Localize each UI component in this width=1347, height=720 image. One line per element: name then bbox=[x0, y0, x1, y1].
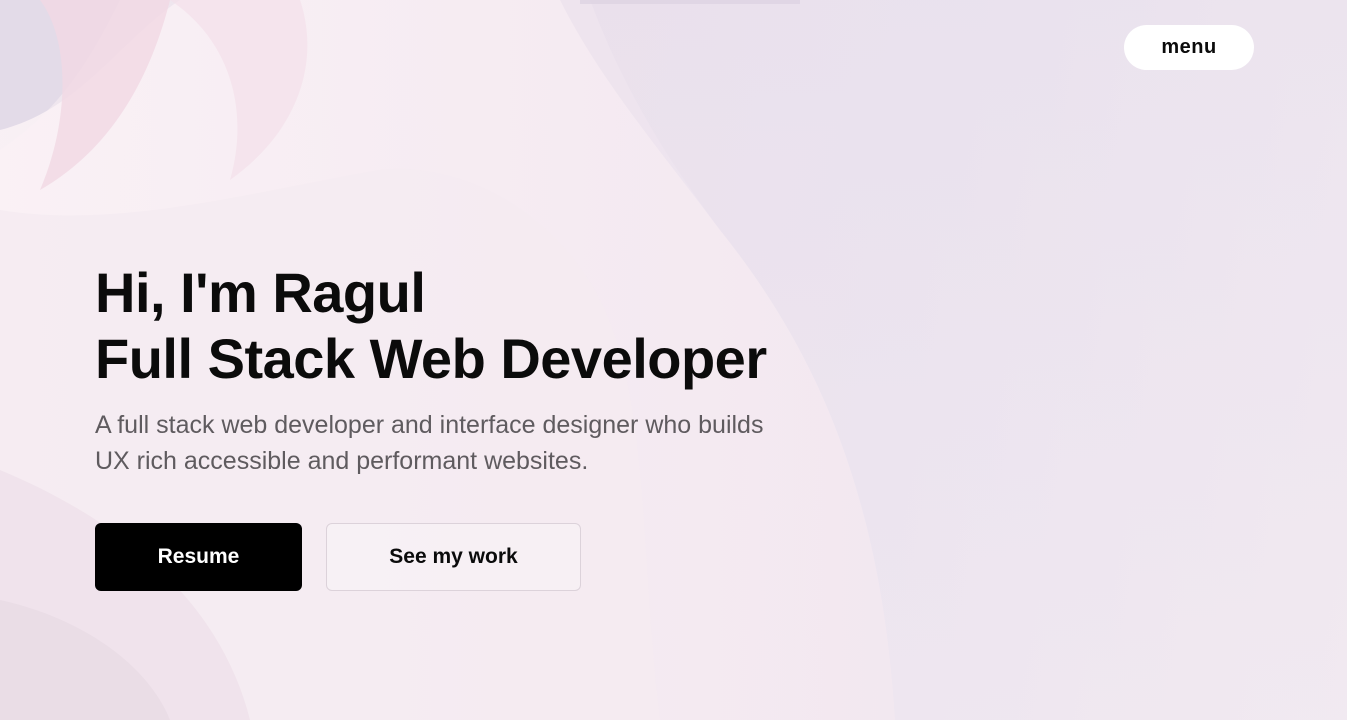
menu-button[interactable]: menu bbox=[1124, 25, 1254, 70]
subtitle-line-1: A full stack web developer and interface… bbox=[95, 411, 764, 439]
hero-subtitle: A full stack web developer and interface… bbox=[95, 407, 825, 479]
subtitle-line-2: UX rich accessible and performant websit… bbox=[95, 447, 589, 475]
resume-button[interactable]: Resume bbox=[95, 523, 302, 591]
hero-headline: Hi, I'm Ragul Full Stack Web Developer bbox=[95, 260, 915, 392]
see-my-work-button[interactable]: See my work bbox=[326, 523, 581, 591]
headline-role: Full Stack Web Developer bbox=[95, 327, 767, 390]
hero-actions: Resume See my work bbox=[95, 523, 581, 591]
headline-greeting: Hi, I'm Ragul bbox=[95, 261, 426, 324]
hero-section: Hi, I'm Ragul Full Stack Web Developer A… bbox=[95, 260, 915, 479]
